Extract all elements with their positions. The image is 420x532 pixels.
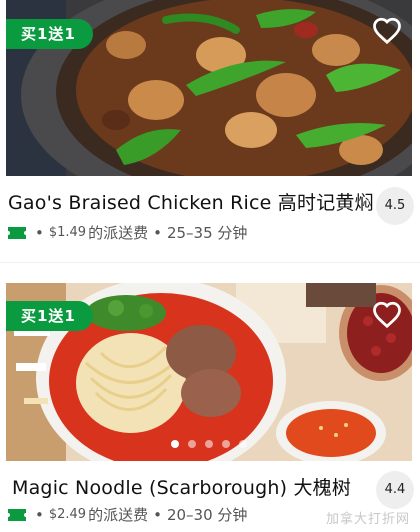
divider bbox=[0, 262, 420, 263]
separator-dot: • bbox=[153, 505, 162, 524]
delivery-fee: $1.49 bbox=[48, 225, 87, 240]
separator-dot: • bbox=[35, 223, 44, 242]
delivery-fee-label: 的派送费 bbox=[88, 506, 149, 524]
favorite-heart-icon[interactable] bbox=[372, 300, 402, 330]
carousel-dot-3[interactable] bbox=[205, 440, 213, 448]
rating-badge: 4.5 bbox=[376, 187, 414, 225]
restaurant-card-magic-noodle[interactable]: 买1送1 Magic Noodle (Scarborough) 大槐树 4.4 … bbox=[0, 283, 420, 532]
carousel-dot-5[interactable] bbox=[239, 440, 247, 448]
delivery-info: • $1.49 的派送费 • 25–35 分钟 bbox=[8, 222, 247, 243]
separator-dot: • bbox=[153, 223, 162, 242]
favorite-heart-icon[interactable] bbox=[372, 16, 402, 46]
delivery-time: 20–30 分钟 bbox=[166, 506, 248, 524]
delivery-fee-label: 的派送费 bbox=[88, 224, 149, 242]
carousel-dot-2[interactable] bbox=[188, 440, 196, 448]
delivery-fee: $2.49 bbox=[48, 507, 87, 522]
restaurant-name[interactable]: Gao's Braised Chicken Rice 高时记黄焖 bbox=[8, 188, 374, 215]
carousel-dots[interactable] bbox=[6, 440, 412, 448]
ticket-icon bbox=[8, 226, 26, 239]
ticket-icon bbox=[8, 508, 26, 521]
watermark: 加拿大打折网 bbox=[325, 512, 410, 527]
rating-badge: 4.4 bbox=[376, 471, 414, 509]
promo-badge: 买1送1 bbox=[6, 19, 93, 49]
restaurant-name[interactable]: Magic Noodle (Scarborough) 大槐树 bbox=[12, 473, 351, 500]
delivery-info: • $2.49 的派送费 • 20–30 分钟 bbox=[8, 504, 247, 525]
delivery-time: 25–35 分钟 bbox=[166, 224, 248, 242]
restaurant-card-gaos[interactable]: 买1送1 Gao's Braised Chicken Rice 高时记黄焖 4.… bbox=[0, 0, 420, 250]
carousel-dot-1[interactable] bbox=[171, 440, 179, 448]
separator-dot: • bbox=[35, 505, 44, 524]
carousel-dot-4[interactable] bbox=[222, 440, 230, 448]
promo-badge: 买1送1 bbox=[6, 301, 93, 331]
